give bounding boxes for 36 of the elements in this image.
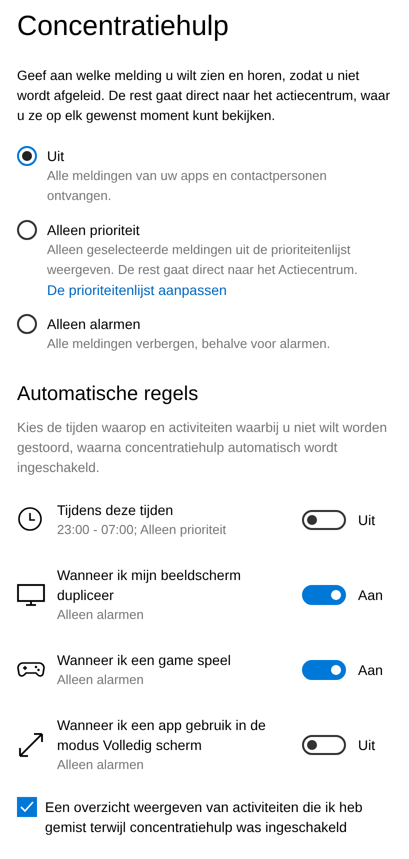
rule-title: Wanneer ik een app gebruik in de modus Volledig scherm (57, 716, 267, 755)
radio-button[interactable] (17, 314, 37, 334)
option-label: Alleen alarmen (47, 315, 142, 334)
radio-button[interactable] (17, 220, 37, 240)
option-description: Alleen geselecteerde meldingen uit de prioriteitenlijst weergeven. De rest gaat direct naar het Actiecentrum. (47, 241, 359, 279)
monitor-icon (17, 581, 45, 609)
toggle-state-label: Aan (358, 587, 383, 603)
toggle-switch[interactable] (302, 660, 346, 680)
checkbox[interactable] (17, 797, 37, 817)
clock-icon (17, 506, 45, 534)
option-description: Alle meldingen van uw apps en contactpersonen ontvangen. (47, 167, 328, 205)
radio-button[interactable] (17, 146, 37, 166)
checkmark-icon (20, 801, 34, 813)
toggle-switch[interactable] (302, 735, 346, 755)
option-label: Alleen prioriteit (47, 221, 141, 240)
section-description: Kies de tijden waarop en activiteiten waarbij u niet wilt worden gestoord, waarna concentratiehulp automatisch wordt ingeschakeld. (17, 419, 388, 477)
rule-subtitle: Alleen alarmen (57, 606, 145, 624)
rule-subtitle: Alleen alarmen (57, 671, 145, 689)
page-title: Concentratiehulp (17, 9, 230, 43)
rule-subtitle: Alleen alarmen (57, 756, 145, 774)
rule-subtitle: 23:00 - 07:00; Alleen prioriteit (57, 521, 228, 539)
section-heading: Automatische regels (17, 382, 200, 407)
option-label: Uit (47, 147, 66, 166)
toggle-state-label: Aan (358, 662, 383, 678)
checkbox-label: Een overzicht weergeven van activiteiten die ik heb gemist terwijl concentratiehulp was ingeschakeld (45, 798, 364, 837)
rule-title: Tijdens deze tijden (57, 501, 174, 520)
page-description: Geef aan welke melding u wilt zien en horen, zodat u niet wordt afgeleid. De rest gaat direct naar het actiecentrum, waar u ze op elk gewenst moment kunt bekijken. (17, 67, 391, 125)
toggle-switch[interactable] (302, 510, 346, 530)
toggle-state-label: Uit (358, 737, 376, 753)
toggle-state-label: Uit (358, 512, 376, 528)
rule-title: Wanneer ik mijn beeldscherm dupliceer (57, 566, 242, 605)
option-description: Alle meldingen verbergen, behalve voor alarmen. (47, 335, 330, 353)
priority-list-link[interactable]: De prioriteitenlijst aanpassen (47, 280, 227, 300)
rule-title: Wanneer ik een game speel (57, 651, 232, 670)
toggle-switch[interactable] (302, 585, 346, 605)
resize-arrow-icon (17, 731, 45, 759)
